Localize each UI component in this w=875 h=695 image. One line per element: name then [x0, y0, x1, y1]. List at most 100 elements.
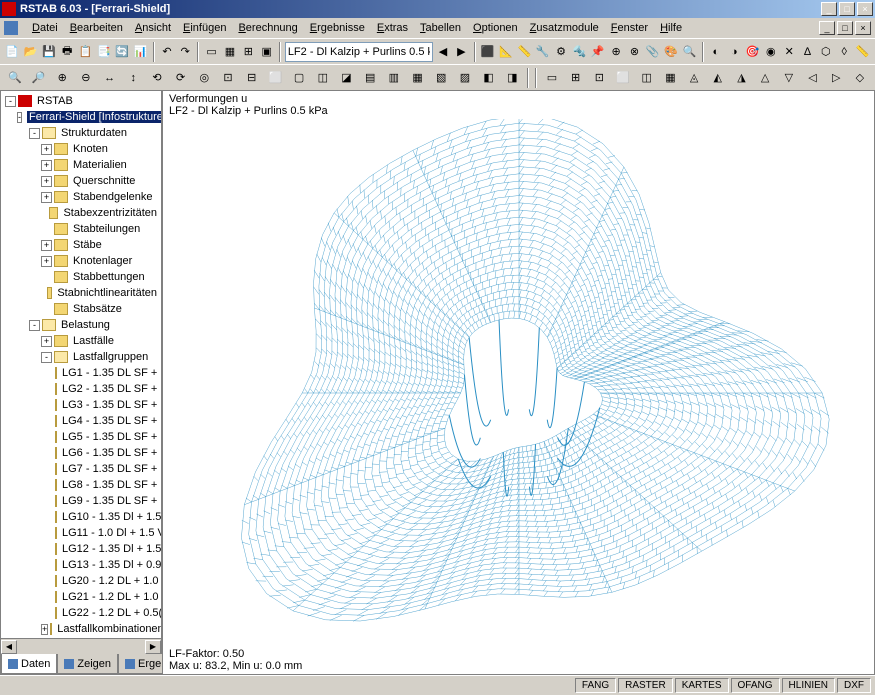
mdi-maximize-button[interactable]: □ [837, 21, 853, 35]
zoom-btn-11[interactable]: ⬜ [265, 67, 287, 89]
snap-btn-1[interactable]: ◑ [726, 41, 742, 63]
view-btn-2[interactable]: ⊞ [240, 41, 256, 63]
tree-node-7[interactable]: Stabexzentrizitäten [3, 205, 159, 221]
zoom-btn-9[interactable]: ⊡ [217, 67, 239, 89]
disp-btn-12[interactable]: ▷ [825, 67, 847, 89]
tree-expand-icon[interactable]: - [5, 96, 16, 107]
tree-node-4[interactable]: +Materialien [3, 157, 159, 173]
snap-btn-6[interactable]: ⬡ [818, 41, 834, 63]
viewport-canvas[interactable] [163, 119, 874, 646]
snap-btn-0[interactable]: ◐ [708, 41, 724, 63]
tree-node-23[interactable]: LG7 - 1.35 DL SF + 1 [3, 461, 159, 477]
zoom-btn-18[interactable]: ▧ [430, 67, 452, 89]
tree-node-16[interactable]: -Lastfallgruppen [3, 349, 159, 365]
zoom-btn-10[interactable]: ⊟ [241, 67, 263, 89]
tree-node-25[interactable]: LG9 - 1.35 DL SF + 1 [3, 493, 159, 509]
disp-btn-9[interactable]: △ [754, 67, 776, 89]
nav-btn-1[interactable]: ▶ [453, 41, 469, 63]
tree-node-31[interactable]: LG21 - 1.2 DL + 1.0 S [3, 589, 159, 605]
tool-btn-8[interactable]: ⊗ [626, 41, 642, 63]
tree-node-21[interactable]: LG5 - 1.35 DL SF + 1 [3, 429, 159, 445]
tree-node-22[interactable]: LG6 - 1.35 DL SF + 1 [3, 445, 159, 461]
disp-btn-4[interactable]: ◫ [636, 67, 658, 89]
tool-btn-2[interactable]: 📏 [516, 41, 532, 63]
file-btn-3[interactable]: 🖶 [59, 41, 75, 63]
navigator-tab-zeigen[interactable]: Zeigen [57, 654, 118, 674]
tree-hscrollbar[interactable]: ◀ ▶ [1, 638, 161, 654]
view-btn-1[interactable]: ▦ [222, 41, 238, 63]
tree-node-5[interactable]: +Querschnitte [3, 173, 159, 189]
tool-btn-5[interactable]: 🔩 [571, 41, 587, 63]
tree-expand-icon[interactable]: + [41, 144, 52, 155]
menu-hilfe[interactable]: Hilfe [654, 20, 688, 36]
status-hlinien[interactable]: HLINIEN [782, 678, 835, 693]
snap-btn-4[interactable]: ✕ [781, 41, 797, 63]
tree-node-18[interactable]: LG2 - 1.35 DL SF + 1 [3, 381, 159, 397]
tree-node-14[interactable]: -Belastung [3, 317, 159, 333]
tool-btn-10[interactable]: 🎨 [663, 41, 679, 63]
tree-node-10[interactable]: +Knotenlager [3, 253, 159, 269]
menu-datei[interactable]: Datei [26, 20, 64, 36]
file-btn-5[interactable]: 📑 [96, 41, 112, 63]
tree-node-33[interactable]: +Lastfallkombinationen [3, 621, 159, 637]
file-btn-0[interactable]: 📄 [4, 41, 20, 63]
tree-expand-icon[interactable]: + [41, 256, 52, 267]
tree-node-13[interactable]: Stabsätze [3, 301, 159, 317]
tree-expand-icon[interactable]: - [29, 128, 40, 139]
tree-node-28[interactable]: LG12 - 1.35 Dl + 1.5 [3, 541, 159, 557]
tree-node-6[interactable]: +Stabendgelenke [3, 189, 159, 205]
snap-btn-2[interactable]: 🎯 [744, 41, 760, 63]
zoom-btn-12[interactable]: ▢ [288, 67, 310, 89]
disp-btn-2[interactable]: ⊡ [589, 67, 611, 89]
close-button[interactable]: × [857, 2, 873, 16]
tree-node-8[interactable]: Stabteilungen [3, 221, 159, 237]
project-tree[interactable]: -RSTAB-Ferrari-Shield [Infostrukture-Str… [1, 91, 161, 638]
tree-expand-icon[interactable]: + [41, 160, 52, 171]
view-btn-3[interactable]: ▣ [258, 41, 274, 63]
zoom-btn-13[interactable]: ◫ [312, 67, 334, 89]
tree-expand-icon[interactable]: + [41, 624, 48, 635]
tree-node-32[interactable]: LG22 - 1.2 DL + 0.5( [3, 605, 159, 621]
tree-expand-icon[interactable]: + [41, 192, 52, 203]
maximize-button[interactable]: □ [839, 2, 855, 16]
menu-berechnung[interactable]: Berechnung [232, 20, 303, 36]
tree-node-9[interactable]: +Stäbe [3, 237, 159, 253]
zoom-btn-6[interactable]: ⟲ [146, 67, 168, 89]
tree-expand-icon[interactable]: - [29, 320, 40, 331]
disp-btn-11[interactable]: ◁ [802, 67, 824, 89]
tree-node-1[interactable]: -Ferrari-Shield [Infostrukture [3, 109, 159, 125]
model-viewport[interactable]: Verformungen u LF2 - Dl Kalzip + Purlins… [162, 90, 875, 675]
zoom-btn-0[interactable]: 🔍 [4, 67, 26, 89]
tool-btn-0[interactable]: ⬛ [480, 41, 496, 63]
menu-optionen[interactable]: Optionen [467, 20, 524, 36]
tree-node-20[interactable]: LG4 - 1.35 DL SF + 1 [3, 413, 159, 429]
status-ofang[interactable]: OFANG [731, 678, 780, 693]
menu-fenster[interactable]: Fenster [605, 20, 654, 36]
zoom-btn-14[interactable]: ◪ [336, 67, 358, 89]
menu-zusatzmodule[interactable]: Zusatzmodule [524, 20, 605, 36]
file-btn-2[interactable]: 💾 [41, 41, 57, 63]
undo-btn-1[interactable]: ↷ [177, 41, 193, 63]
menu-einfügen[interactable]: Einfügen [177, 20, 232, 36]
disp-btn-7[interactable]: ◭ [707, 67, 729, 89]
tool-btn-9[interactable]: 📎 [645, 41, 661, 63]
zoom-btn-2[interactable]: ⊕ [51, 67, 73, 89]
mdi-close-button[interactable]: × [855, 21, 871, 35]
minimize-button[interactable]: _ [821, 2, 837, 16]
disp-btn-1[interactable]: ⊞ [565, 67, 587, 89]
tree-node-2[interactable]: -Strukturdaten [3, 125, 159, 141]
tree-node-29[interactable]: LG13 - 1.35 Dl + 0.9 [3, 557, 159, 573]
zoom-btn-4[interactable]: ↔ [99, 67, 121, 89]
zoom-btn-17[interactable]: ▦ [407, 67, 429, 89]
zoom-btn-19[interactable]: ▨ [454, 67, 476, 89]
tool-btn-6[interactable]: 📌 [590, 41, 606, 63]
status-kartes[interactable]: KARTES [675, 678, 729, 693]
tree-expand-icon[interactable]: + [41, 336, 52, 347]
tree-expand-icon[interactable]: + [41, 240, 52, 251]
snap-btn-8[interactable]: 📏 [854, 41, 870, 63]
undo-btn-0[interactable]: ↶ [159, 41, 175, 63]
tool-btn-3[interactable]: 🔧 [535, 41, 551, 63]
navigator-tab-daten[interactable]: Daten [1, 654, 57, 674]
zoom-btn-21[interactable]: ◨ [501, 67, 523, 89]
zoom-btn-5[interactable]: ↕ [122, 67, 144, 89]
